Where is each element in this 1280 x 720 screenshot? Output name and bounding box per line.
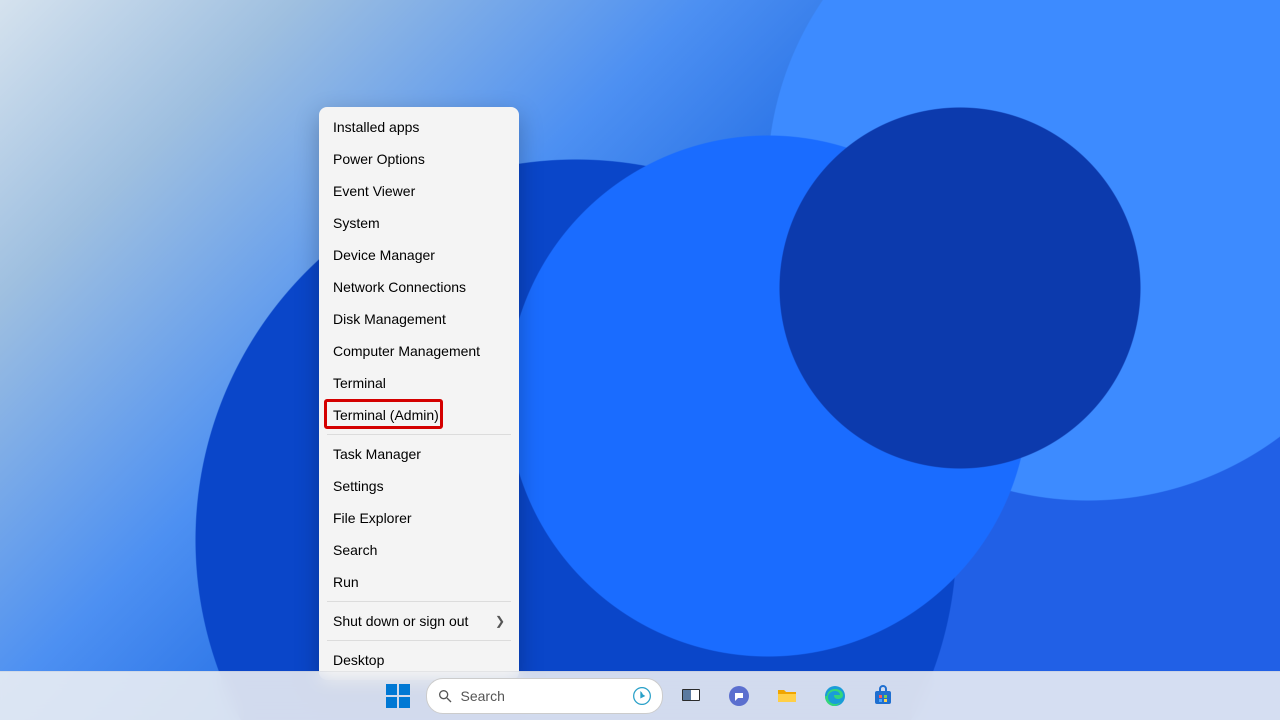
desktop-wallpaper: Installed apps Power Options Event Viewe… (0, 0, 1280, 720)
chat-icon (727, 684, 751, 708)
menu-item-label: Network Connections (333, 278, 466, 296)
menu-run[interactable]: Run (319, 566, 519, 598)
search-placeholder: Search (461, 688, 505, 704)
taskbar-search[interactable]: Search (426, 678, 663, 714)
menu-installed-apps[interactable]: Installed apps (319, 111, 519, 143)
menu-item-label: Terminal (333, 374, 386, 392)
taskbar-chat[interactable] (719, 676, 759, 716)
menu-shutdown-signout[interactable]: Shut down or sign out ❯ (319, 605, 519, 637)
taskbar: Search (0, 671, 1280, 720)
menu-item-label: Device Manager (333, 246, 435, 264)
menu-task-manager[interactable]: Task Manager (319, 438, 519, 470)
menu-item-label: Computer Management (333, 342, 480, 360)
menu-item-label: Event Viewer (333, 182, 415, 200)
windows-logo-icon (386, 684, 410, 708)
taskbar-store[interactable] (863, 676, 903, 716)
menu-device-manager[interactable]: Device Manager (319, 239, 519, 271)
menu-file-explorer[interactable]: File Explorer (319, 502, 519, 534)
winx-context-menu: Installed apps Power Options Event Viewe… (319, 107, 519, 680)
menu-item-label: System (333, 214, 380, 232)
menu-item-label: Settings (333, 477, 384, 495)
menu-settings[interactable]: Settings (319, 470, 519, 502)
menu-system[interactable]: System (319, 207, 519, 239)
menu-item-label: Task Manager (333, 445, 421, 463)
annotation-highlight-box (324, 399, 443, 429)
menu-item-label: Installed apps (333, 118, 419, 136)
edge-icon (823, 684, 847, 708)
menu-power-options[interactable]: Power Options (319, 143, 519, 175)
start-button[interactable] (378, 676, 418, 716)
menu-item-label: Disk Management (333, 310, 446, 328)
menu-search[interactable]: Search (319, 534, 519, 566)
menu-item-label: Search (333, 541, 377, 559)
taskbar-file-explorer[interactable] (767, 676, 807, 716)
menu-separator (327, 601, 511, 602)
menu-item-label: Shut down or sign out (333, 612, 468, 630)
store-icon (871, 684, 895, 708)
search-icon (437, 688, 453, 704)
menu-network-connections[interactable]: Network Connections (319, 271, 519, 303)
menu-separator (327, 640, 511, 641)
menu-terminal[interactable]: Terminal (319, 367, 519, 399)
bing-icon (632, 686, 652, 706)
menu-item-label: Run (333, 573, 359, 591)
menu-item-label: Desktop (333, 651, 384, 669)
menu-separator (327, 434, 511, 435)
chevron-right-icon: ❯ (495, 612, 505, 630)
taskbar-edge[interactable] (815, 676, 855, 716)
menu-disk-management[interactable]: Disk Management (319, 303, 519, 335)
task-view-icon (679, 684, 703, 708)
folder-icon (775, 684, 799, 708)
menu-computer-management[interactable]: Computer Management (319, 335, 519, 367)
taskbar-task-view[interactable] (671, 676, 711, 716)
menu-item-label: Power Options (333, 150, 425, 168)
menu-event-viewer[interactable]: Event Viewer (319, 175, 519, 207)
menu-item-label: File Explorer (333, 509, 412, 527)
